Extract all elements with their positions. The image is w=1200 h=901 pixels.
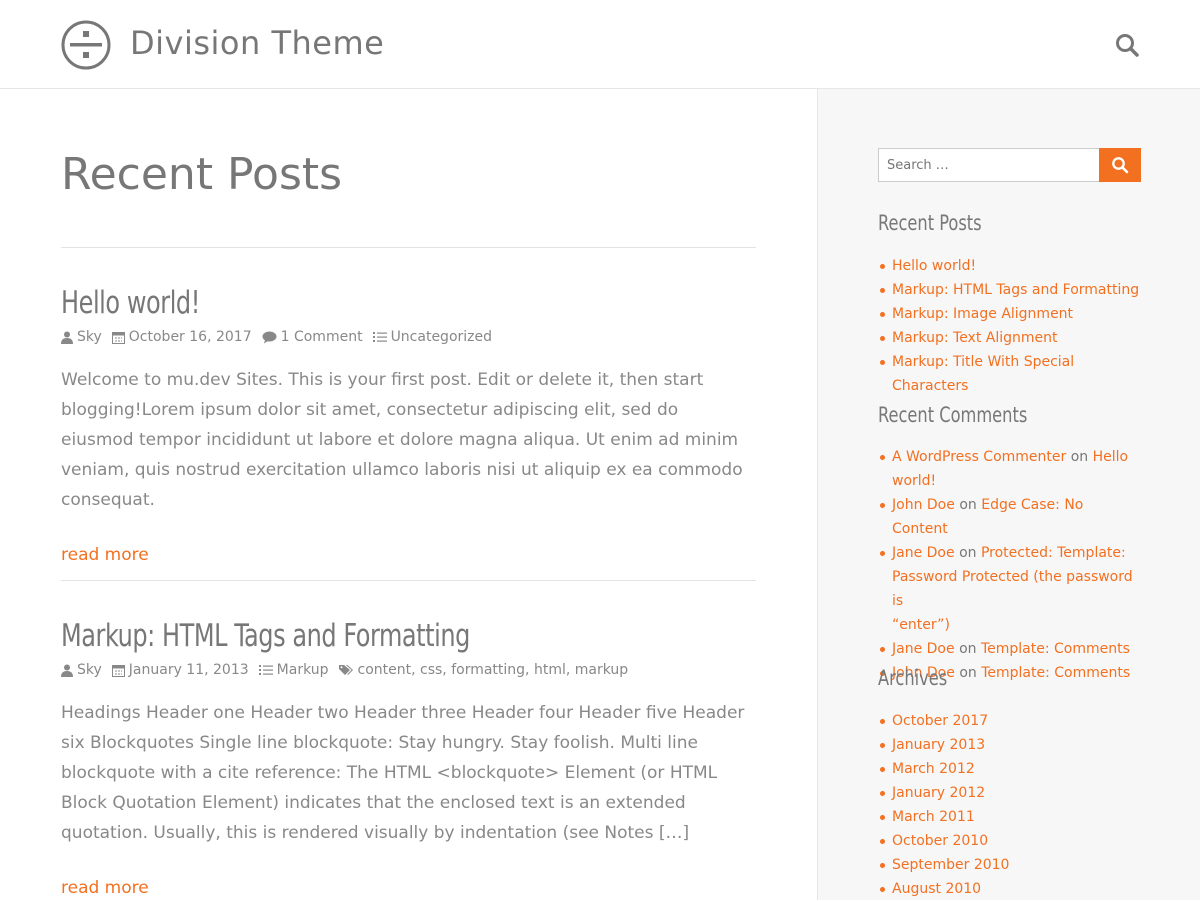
widget-title-recent-posts: Recent Posts bbox=[878, 211, 982, 235]
site-title[interactable]: Division Theme bbox=[130, 24, 384, 62]
list-item: January 2013 bbox=[880, 733, 1152, 757]
tags-text: content, css, formatting, html, markup bbox=[357, 662, 629, 678]
list-icon bbox=[258, 665, 273, 675]
archive-link[interactable]: September 2010 bbox=[892, 857, 1009, 873]
list-item: March 2011 bbox=[880, 805, 1152, 829]
archive-link[interactable]: January 2013 bbox=[892, 737, 985, 753]
post-excerpt: Headings Header one Header two Header th… bbox=[61, 703, 745, 843]
author-name: Sky bbox=[77, 662, 102, 678]
comment-post-link[interactable]: Hello bbox=[1093, 449, 1129, 465]
list-item: A WordPress Commenter on Hello world! bbox=[880, 445, 1142, 493]
on-text: on bbox=[959, 545, 977, 561]
recent-post-link[interactable]: Markup: Text Alignment bbox=[892, 330, 1058, 346]
archive-link[interactable]: October 2017 bbox=[892, 713, 988, 729]
comment-icon bbox=[262, 331, 277, 343]
read-more-link[interactable]: read more bbox=[61, 878, 149, 898]
post-title[interactable]: Hello world! bbox=[61, 285, 659, 321]
post-tags[interactable]: content, css, formatting, html, markup bbox=[338, 662, 629, 678]
tags-icon bbox=[338, 665, 353, 675]
search-input[interactable] bbox=[878, 148, 1100, 182]
post-category[interactable]: Markup bbox=[258, 662, 329, 678]
recent-comments-list: A WordPress Commenter on Hello world! Jo… bbox=[880, 445, 1142, 685]
search-icon bbox=[1112, 157, 1129, 174]
on-text: on bbox=[1070, 449, 1089, 465]
division-logo-icon[interactable] bbox=[61, 20, 111, 70]
post-hello-world: Hello world! Sky October 16, 2017 1 Comm… bbox=[61, 285, 756, 565]
recent-post-link[interactable]: Hello world! bbox=[892, 258, 976, 274]
category-text: Markup bbox=[276, 662, 329, 678]
post-markup-html-tags: Markup: HTML Tags and Formatting Sky Jan… bbox=[61, 618, 756, 898]
search-button[interactable] bbox=[1099, 148, 1141, 182]
list-item: Hello world! bbox=[880, 254, 1152, 278]
divider bbox=[61, 247, 756, 248]
list-item: August 2010 bbox=[880, 877, 1152, 901]
on-text: on bbox=[959, 497, 977, 513]
on-text: on bbox=[959, 665, 977, 681]
user-icon bbox=[61, 664, 73, 677]
user-icon bbox=[61, 331, 73, 344]
post-comments[interactable]: 1 Comment bbox=[262, 329, 363, 345]
list-item: Markup: Image Alignment bbox=[880, 302, 1152, 326]
archive-link[interactable]: March 2012 bbox=[892, 761, 975, 777]
list-item: September 2010 bbox=[880, 853, 1152, 877]
comment-post-link[interactable]: “enter”) bbox=[892, 617, 950, 633]
list-item: January 2012 bbox=[880, 781, 1152, 805]
list-item: Markup: HTML Tags and Formatting bbox=[880, 278, 1152, 302]
list-icon bbox=[372, 332, 387, 342]
list-item: October 2017 bbox=[880, 709, 1152, 733]
post-category[interactable]: Uncategorized bbox=[372, 329, 493, 345]
archive-link[interactable]: October 2010 bbox=[892, 833, 988, 849]
comment-post-link[interactable]: Template: Comments bbox=[981, 641, 1130, 657]
widget-title-archives: Archives bbox=[878, 666, 948, 690]
comment-post-link[interactable]: Protected: Template: bbox=[981, 545, 1126, 561]
recent-post-link[interactable]: Markup: HTML Tags and Formatting bbox=[892, 282, 1139, 298]
main-content: Recent Posts Hello world! Sky October 16… bbox=[0, 89, 817, 900]
sidebar-search-form bbox=[878, 148, 1141, 182]
post-date[interactable]: January 11, 2013 bbox=[111, 662, 249, 678]
category-text: Uncategorized bbox=[390, 329, 493, 345]
recent-post-link[interactable]: Markup: Title With Special Characters bbox=[892, 354, 1074, 394]
post-excerpt: Welcome to mu.dev Sites. This is your fi… bbox=[61, 370, 743, 510]
calendar-icon bbox=[111, 331, 125, 344]
list-item: John Doe on Edge Case: No Content bbox=[880, 493, 1142, 541]
comment-post-link[interactable]: Password Protected (the password is bbox=[892, 569, 1133, 609]
list-item: Jane Doe on Protected: Template: Passwor… bbox=[880, 541, 1142, 637]
post-author[interactable]: Sky bbox=[61, 662, 102, 678]
calendar-icon bbox=[111, 664, 125, 677]
post-title[interactable]: Markup: HTML Tags and Formatting bbox=[61, 618, 659, 654]
recent-posts-list: Hello world! Markup: HTML Tags and Forma… bbox=[880, 254, 1152, 398]
author-name: Sky bbox=[77, 329, 102, 345]
site-header: Division Theme bbox=[0, 0, 1200, 89]
post-meta: Sky October 16, 2017 1 Comment Uncategor… bbox=[61, 329, 756, 345]
comment-author-link[interactable]: John Doe bbox=[892, 497, 955, 513]
comment-author-link[interactable]: A WordPress Commenter bbox=[892, 449, 1066, 465]
list-item: Markup: Text Alignment bbox=[880, 326, 1152, 350]
archives-list: October 2017 January 2013 March 2012 Jan… bbox=[880, 709, 1152, 901]
divider bbox=[61, 580, 756, 581]
read-more-link[interactable]: read more bbox=[61, 545, 149, 565]
search-icon[interactable] bbox=[1114, 32, 1140, 58]
comment-post-link[interactable]: world! bbox=[892, 473, 936, 489]
list-item: October 2010 bbox=[880, 829, 1152, 853]
page-title: Recent Posts bbox=[61, 149, 343, 200]
post-author[interactable]: Sky bbox=[61, 329, 102, 345]
archive-link[interactable]: March 2011 bbox=[892, 809, 975, 825]
recent-post-link[interactable]: Markup: Image Alignment bbox=[892, 306, 1073, 322]
comment-author-link[interactable]: Jane Doe bbox=[892, 545, 955, 561]
list-item: Markup: Title With Special Characters bbox=[880, 350, 1152, 398]
sidebar: Recent Posts Hello world! Markup: HTML T… bbox=[817, 89, 1200, 900]
comment-post-link[interactable]: Template: Comments bbox=[981, 665, 1130, 681]
list-item: Jane Doe on Template: Comments bbox=[880, 637, 1142, 661]
on-text: on bbox=[959, 641, 977, 657]
archive-link[interactable]: August 2010 bbox=[892, 881, 981, 897]
post-date[interactable]: October 16, 2017 bbox=[111, 329, 252, 345]
archive-link[interactable]: January 2012 bbox=[892, 785, 985, 801]
widget-title-recent-comments: Recent Comments bbox=[878, 403, 1028, 427]
comment-author-link[interactable]: Jane Doe bbox=[892, 641, 955, 657]
comments-text: 1 Comment bbox=[280, 329, 363, 345]
post-meta: Sky January 11, 2013 Markup content, css… bbox=[61, 662, 756, 678]
list-item: March 2012 bbox=[880, 757, 1152, 781]
date-text: October 16, 2017 bbox=[128, 329, 252, 345]
date-text: January 11, 2013 bbox=[128, 662, 249, 678]
